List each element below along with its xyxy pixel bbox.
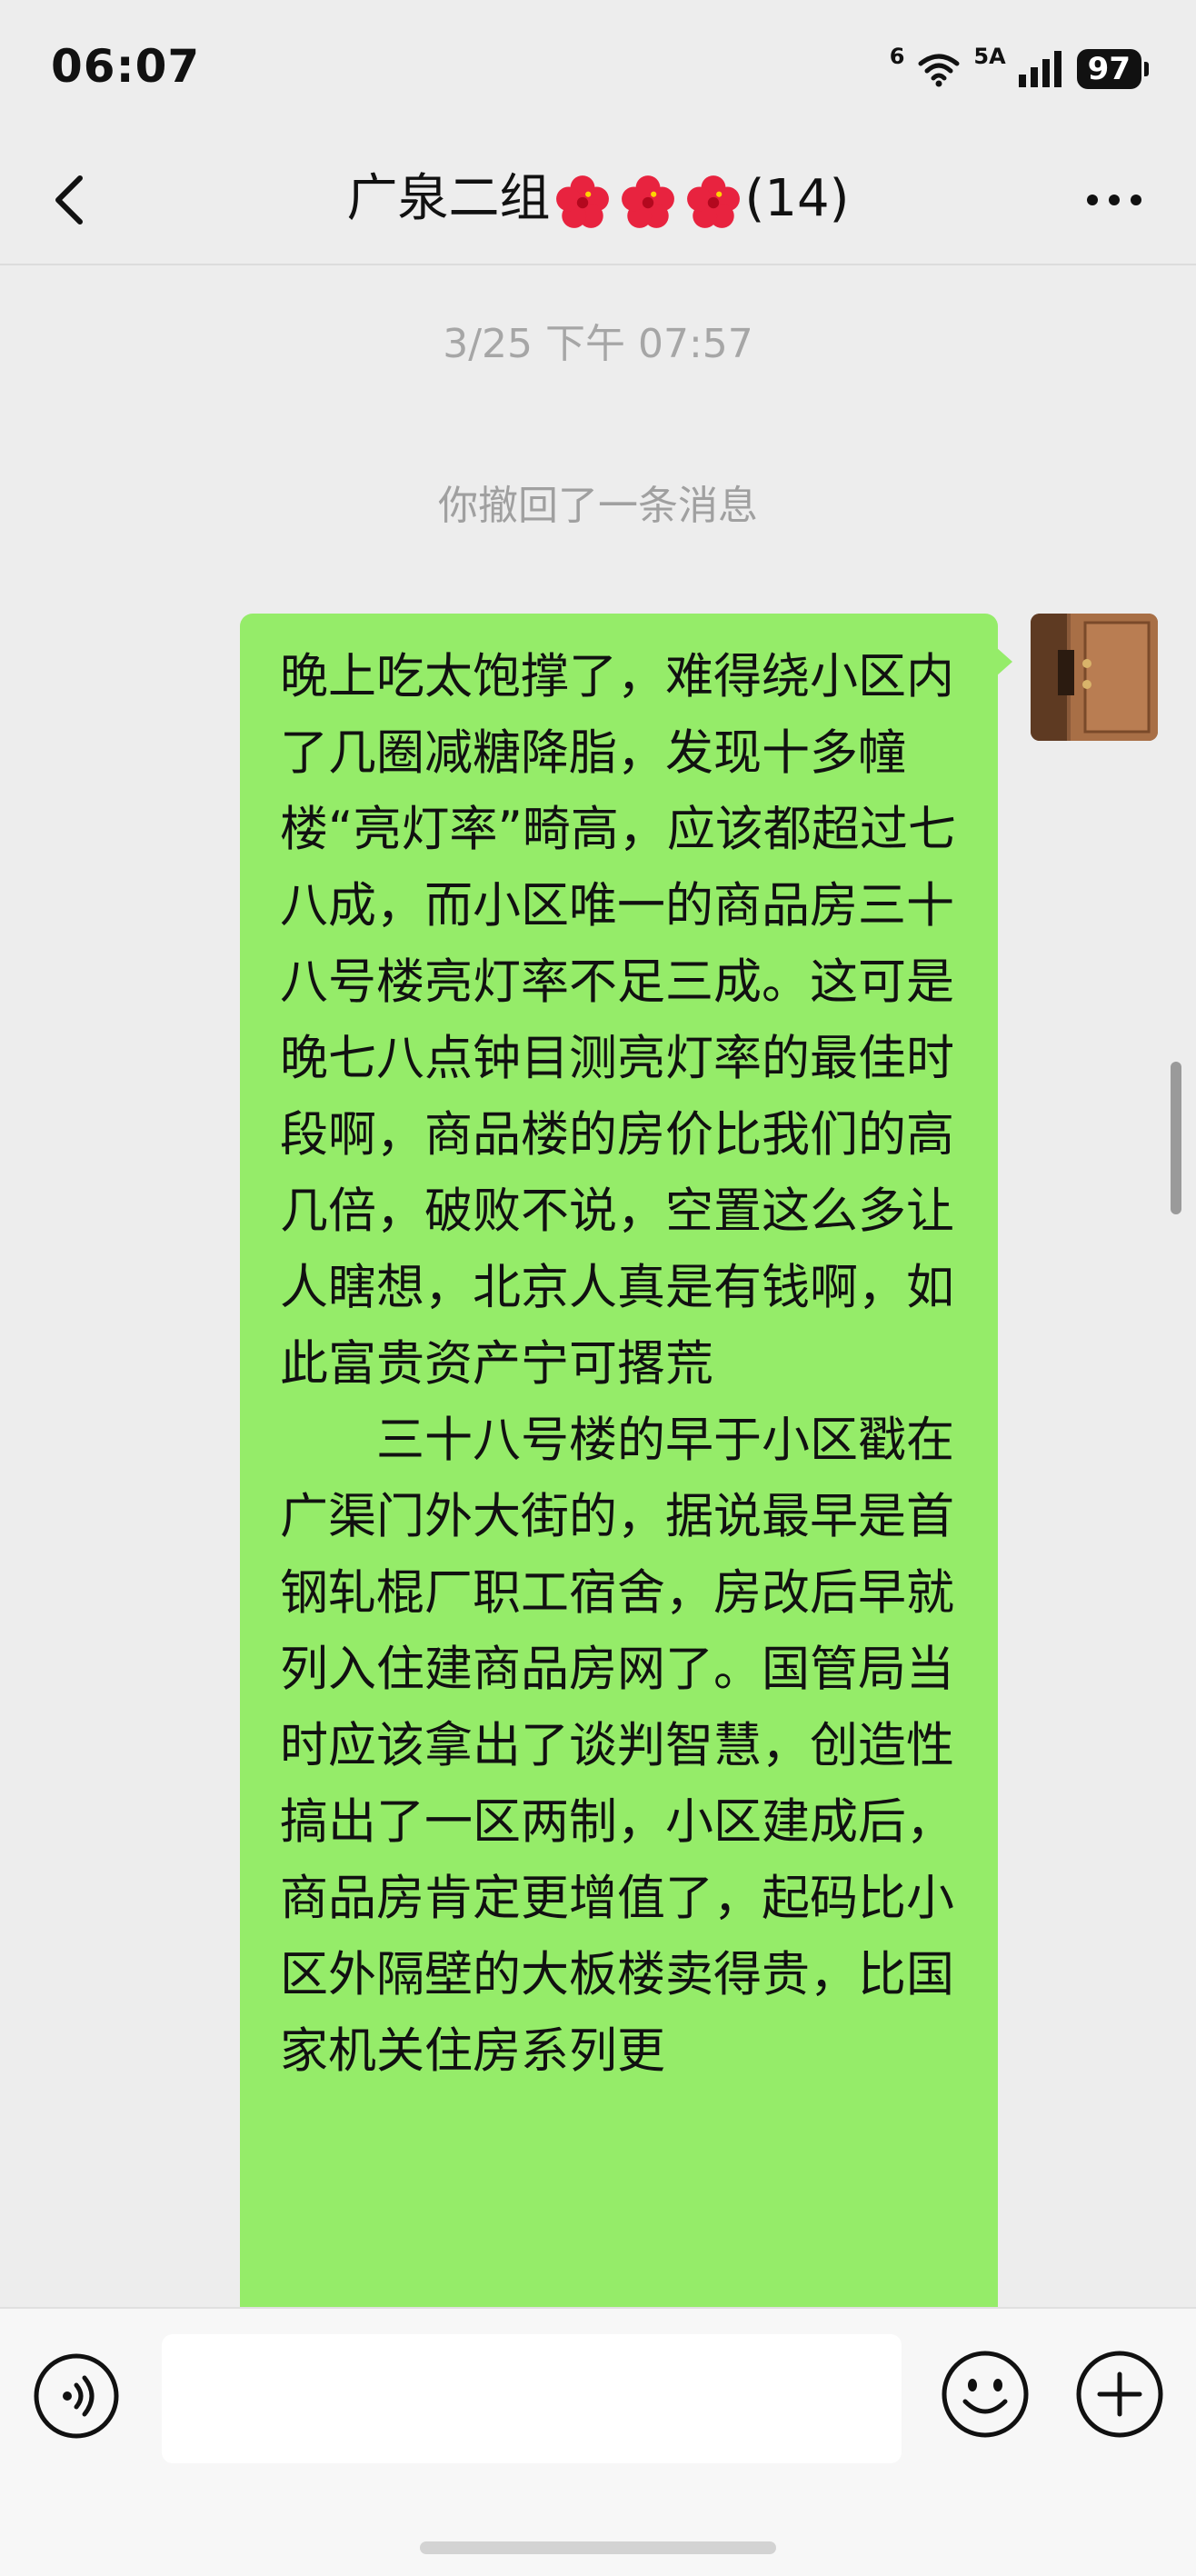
- recall-notice: 你撤回了一条消息: [438, 483, 758, 529]
- flower-emojis: [554, 174, 742, 230]
- home-indicator[interactable]: [420, 2541, 776, 2554]
- status-time: 06:07: [51, 40, 201, 93]
- input-bar: [0, 2307, 1196, 2576]
- message-input[interactable]: [162, 2334, 902, 2463]
- chat-title-name: 广泉二组: [346, 169, 551, 228]
- chat-title: 广泉二组 (14): [0, 158, 1196, 240]
- message-text: 晚上吃太饱撑了，难得绕小区内了几圈减糖降脂，发现十多幢楼“亮灯率”畸高，应该都超…: [280, 649, 956, 2079]
- message-timestamp: 3/25 下午 07:57: [443, 321, 753, 367]
- chat-header: 广泉二组 (14): [0, 136, 1196, 265]
- status-icons: 6 5A 97: [889, 44, 1150, 91]
- battery-indicator: 97: [1076, 49, 1150, 89]
- signal-icon: [1018, 51, 1061, 87]
- hibiscus-icon: [555, 175, 609, 228]
- avatar-image: [1031, 614, 1158, 741]
- more-functions-button[interactable]: [1074, 2349, 1165, 2440]
- hibiscus-icon: [621, 175, 674, 228]
- wifi-label: 6: [889, 44, 905, 69]
- plus-icon: [1076, 2351, 1163, 2438]
- message-bubble[interactable]: 晚上吃太饱撑了，难得绕小区内了几圈减糖降脂，发现十多幢楼“亮灯率”畸高，应该都超…: [240, 614, 998, 2413]
- wifi-icon: [918, 54, 960, 87]
- status-bar: 06:07 6 5A 97: [0, 0, 1196, 136]
- more-dots-icon: [1087, 195, 1141, 205]
- chat-member-count: (14): [744, 169, 850, 228]
- signal-label: 5A: [973, 44, 1006, 69]
- more-button[interactable]: [1078, 164, 1151, 236]
- chat-scrollbar[interactable]: [1171, 1062, 1181, 1214]
- avatar[interactable]: [1031, 614, 1158, 741]
- voice-icon: [34, 2353, 119, 2439]
- bubble-tail: [996, 647, 1012, 676]
- hibiscus-icon: [686, 175, 740, 228]
- emoji-icon: [942, 2351, 1029, 2438]
- emoji-button[interactable]: [940, 2349, 1031, 2440]
- voice-button[interactable]: [33, 2352, 120, 2440]
